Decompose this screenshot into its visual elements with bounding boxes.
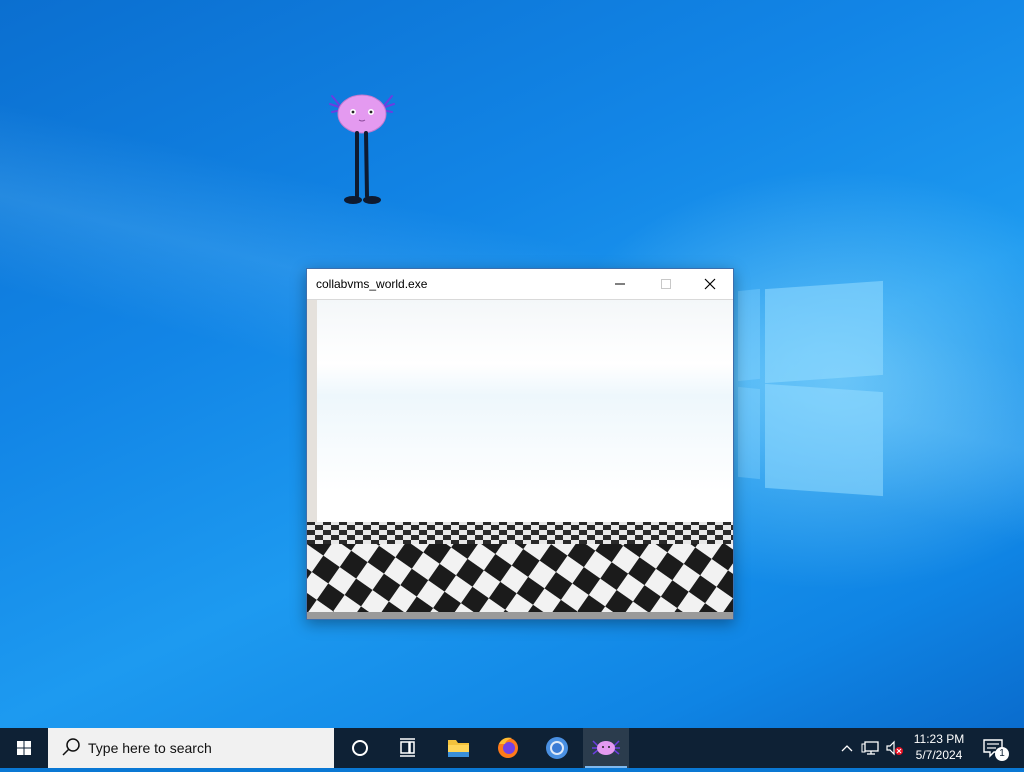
volume-button[interactable] [884,738,906,758]
taskbar-search-box[interactable]: Type here to search [48,728,334,768]
firefox-button[interactable] [485,728,531,768]
app-window[interactable]: collabvms_world.exe [306,268,734,620]
search-icon [62,738,80,756]
minimize-icon [615,283,625,285]
notification-icon [983,739,1003,758]
close-button[interactable] [687,269,733,299]
cortana-icon [352,740,368,756]
volume-muted-icon [886,740,903,756]
windows-start-icon [17,741,31,755]
3d-viewport[interactable] [307,300,733,619]
clock-date: 5/7/2024 [915,748,963,762]
taskbar: Type here to search 11:23 PM 5/7/2024 1 [0,728,1024,768]
task-view-icon [400,738,415,757]
axolotl-creature-icon[interactable] [326,88,398,208]
search-placeholder: Type here to search [88,740,212,756]
taskbar-clock[interactable]: 11:23 PM 5/7/2024 [908,731,970,765]
windows-logo-pane [738,288,760,382]
file-explorer-button[interactable] [435,728,481,768]
start-button[interactable] [0,728,48,768]
action-center-button[interactable]: 1 [976,728,1016,768]
window-title: collabvms_world.exe [316,277,428,291]
chevron-up-icon [841,745,853,752]
notification-count-badge: 1 [995,747,1009,761]
windows-logo-pane [765,383,883,497]
chrome-button[interactable] [534,728,580,768]
network-button[interactable] [860,738,882,758]
show-hidden-icons-button[interactable] [838,738,856,758]
task-view-button[interactable] [384,728,430,768]
axolotl-app-icon [592,740,620,755]
windows-logo-pane [738,386,760,480]
network-icon [861,741,879,755]
file-explorer-icon [448,740,469,757]
maximize-icon [661,279,671,289]
checkered-floor [307,300,733,619]
minimize-button[interactable] [597,269,643,299]
chrome-icon [546,737,568,759]
windows-logo-pane [765,280,883,384]
window-titlebar[interactable]: collabvms_world.exe [307,269,733,300]
cortana-button[interactable] [337,728,383,768]
maximize-button[interactable] [643,269,689,299]
axolotl-app-button[interactable] [583,728,629,768]
close-icon [704,278,716,290]
clock-time: 11:23 PM [913,732,965,746]
firefox-icon [498,737,518,758]
